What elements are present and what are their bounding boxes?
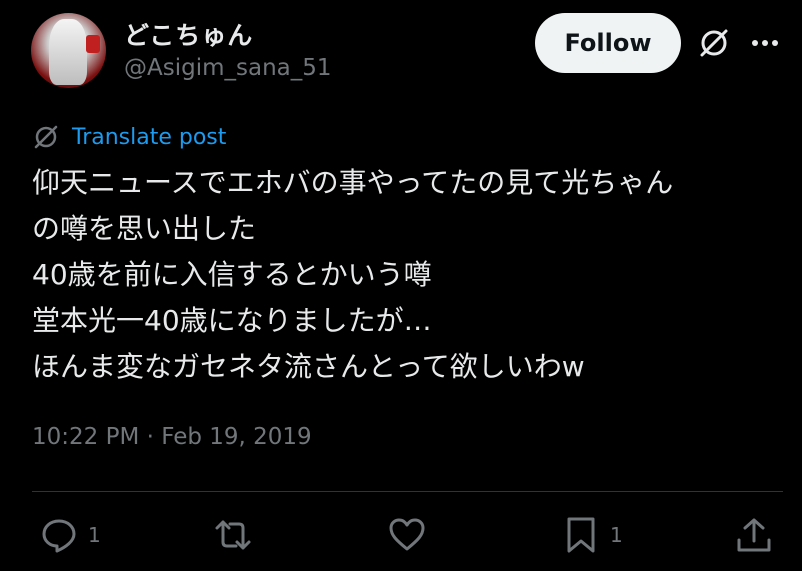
tweet-timestamp[interactable]: 10:22 PM · Feb 19, 2019 (32, 424, 312, 450)
follow-button[interactable]: Follow (535, 13, 681, 73)
avatar[interactable] (31, 13, 106, 88)
bookmark-button[interactable]: 1 (562, 515, 623, 555)
translate-icon (34, 125, 58, 149)
divider (32, 491, 783, 492)
share-button[interactable] (735, 515, 773, 555)
like-button[interactable] (388, 515, 436, 555)
avatar-figure (49, 19, 87, 85)
tweet-line: の噂を思い出した (32, 212, 257, 245)
tweet-line: 仰天ニュースでエホバの事やってたの見て光ちゃん (32, 166, 674, 199)
reply-icon (42, 519, 76, 553)
retweet-icon (215, 520, 251, 550)
reply-count: 1 (88, 523, 101, 547)
heart-icon (389, 518, 425, 551)
share-icon (737, 518, 771, 552)
translate-label: Translate post (72, 124, 227, 150)
more-icon[interactable] (750, 32, 780, 54)
bookmark-count: 1 (610, 523, 623, 547)
translate-post-link[interactable]: Translate post (32, 122, 226, 152)
reply-button[interactable]: 1 (40, 515, 101, 555)
author-handle[interactable]: @Asigim_sana_51 (124, 55, 332, 81)
grok-icon[interactable] (697, 26, 731, 60)
author-display-name[interactable]: どこちゅん (124, 16, 253, 52)
tweet-line: ほんま変なガセネタ流さんとって欲しいわw (32, 350, 585, 383)
avatar-accent (86, 35, 100, 53)
bookmark-icon (567, 517, 595, 553)
tweet-line: 堂本光一40歳になりましたが… (32, 304, 432, 337)
tweet-text: 仰天ニュースでエホバの事やってたの見て光ちゃん の噂を思い出した 40歳を前に入… (32, 160, 782, 390)
tweet-line: 40歳を前に入信するとかいう噂 (32, 258, 432, 291)
retweet-button[interactable] (214, 515, 262, 555)
